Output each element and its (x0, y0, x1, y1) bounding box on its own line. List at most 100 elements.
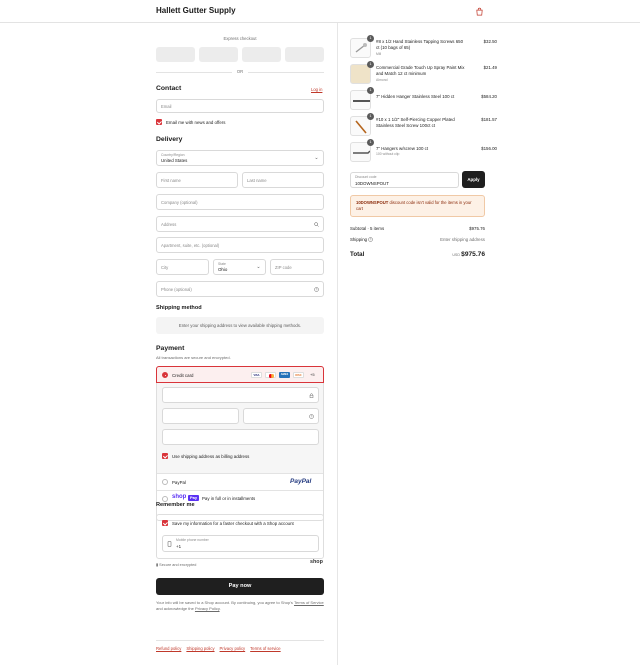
express-pay-button-1[interactable] (156, 47, 195, 62)
cart-item: 1 7" Hidden Hanger Stainless Steel 100 c… (350, 87, 497, 110)
phone-field[interactable]: Phone (optional) ? (156, 281, 324, 297)
city-placeholder: City (161, 265, 169, 270)
apply-button[interactable]: Apply (462, 171, 485, 188)
fine-print-line1: Your info will be saved to a Shop accoun… (156, 600, 293, 605)
state-select[interactable]: State Ohio ⌄ (213, 259, 266, 275)
alert-code: 10DOWNSPOUT (356, 200, 389, 205)
mobile-phone-field[interactable]: Mobile phone number +1 (162, 535, 319, 552)
shipping-method-title: Shipping method (156, 305, 202, 311)
or-label: OR (236, 69, 244, 74)
item-price: $156.00 (481, 146, 497, 151)
terms-of-service-link[interactable]: Terms of Service (294, 600, 324, 605)
refund-policy-link[interactable]: Refund policy (156, 646, 181, 651)
mobile-phone-label: Mobile phone number (176, 538, 209, 542)
discount-code-value: 10DOWNSPOUT (355, 181, 389, 186)
quantity-badge: 1 (367, 61, 374, 68)
help-circle-icon[interactable]: ? (314, 287, 319, 292)
email-field[interactable]: Email (156, 99, 324, 113)
paypal-option[interactable]: PayPal PayPal (157, 474, 323, 490)
shipping-label: Shipping (350, 237, 368, 242)
mobile-phone-icon (167, 541, 172, 547)
item-variant: Mill (376, 52, 382, 56)
country-label: Country/Region (161, 153, 185, 157)
first-name-field[interactable]: First name (156, 172, 238, 188)
billing-same-label: Use shipping address as billing address (172, 454, 250, 459)
credit-card-radio[interactable] (162, 372, 168, 378)
shop-pay-logo: shop (172, 494, 187, 500)
help-circle-icon[interactable]: ? (368, 237, 374, 242)
zip-placeholder: ZIP code (275, 265, 292, 270)
name-on-card-field[interactable] (162, 429, 319, 445)
save-info-label: Save my information for a faster checkou… (172, 521, 294, 526)
discount-error-alert: 10DOWNSPOUT discount code isn't valid fo… (350, 195, 485, 217)
state-value: Ohio (218, 267, 228, 272)
save-info-checkbox[interactable] (162, 520, 168, 526)
shop-pay-label: Pay in full or in installments (202, 496, 256, 501)
terms-of-service-footer-link[interactable]: Terms of service (250, 646, 280, 651)
credit-card-label: Credit card (172, 373, 194, 378)
company-field[interactable]: Company (optional) (156, 194, 324, 210)
chevron-down-icon: ⌄ (314, 155, 319, 161)
state-label: State (218, 262, 226, 266)
cart-item: 1 #10 x 1 1/2" Self-Piercing Copper Plat… (350, 113, 497, 136)
discount-code-label: Discount code (355, 175, 377, 179)
credit-card-option[interactable]: Credit card VISA AMEX DISC +5 (156, 366, 324, 383)
item-variant: Almond (376, 78, 388, 82)
expiration-date-field[interactable] (162, 408, 239, 424)
item-price: $32.50 (483, 39, 497, 44)
item-price: $21.49 (483, 65, 497, 70)
pay-now-button[interactable]: Pay now (156, 578, 324, 595)
log-in-link[interactable]: Log in (311, 87, 322, 92)
search-icon (314, 222, 319, 227)
mobile-phone-prefix: +1 (176, 544, 182, 549)
remember-me-box: Save my information for a faster checkou… (156, 514, 324, 559)
svg-text:?: ? (311, 415, 313, 419)
shipping-policy-link[interactable]: Shipping policy (186, 646, 214, 651)
item-name: 7" Hidden Hanger Stainless Steel 100 ct (376, 94, 455, 99)
shop-fine-print: Your info will be saved to a Shop accoun… (156, 600, 324, 611)
subtotal-row: Subtotal · 5 items $975.76 (350, 226, 485, 231)
quantity-badge: 1 (367, 139, 374, 146)
shopping-bag-icon[interactable] (475, 7, 484, 16)
paypal-radio[interactable] (162, 479, 168, 485)
more-cards-count: +5 (310, 372, 315, 377)
subtotal-value: $975.76 (469, 226, 485, 231)
lock-icon (309, 393, 314, 398)
help-circle-icon[interactable]: ? (309, 414, 314, 419)
news-checkbox[interactable] (156, 119, 162, 125)
svg-text:?: ? (370, 238, 372, 242)
address-field[interactable]: Address (156, 216, 324, 232)
store-name[interactable]: Hallett Gutter Supply (156, 6, 236, 15)
phone-placeholder: Phone (optional) (161, 287, 192, 292)
express-pay-button-2[interactable] (199, 47, 238, 62)
zip-field[interactable]: ZIP code (270, 259, 324, 275)
visa-icon: VISA (251, 372, 262, 378)
company-placeholder: Company (optional) (161, 200, 198, 205)
shop-pay-badge: Pay (188, 495, 200, 501)
lock-icon: ▮ (156, 563, 159, 567)
item-name: Commercial Grade Touch Up Spray Paint Mi… (376, 65, 465, 76)
last-name-field[interactable]: Last name (242, 172, 324, 188)
email-placeholder: Email (161, 104, 172, 109)
country-select[interactable]: Country/Region United States ⌄ (156, 150, 324, 166)
fine-print-and: and acknowledge the (156, 606, 194, 611)
express-pay-button-4[interactable] (285, 47, 324, 62)
shipping-row: Shipping ? Enter shipping address (350, 237, 485, 242)
footer-links: Refund policy Shipping policy Privacy poli… (156, 646, 324, 651)
amex-icon: AMEX (279, 372, 290, 378)
city-field[interactable]: City (156, 259, 209, 275)
discount-code-field[interactable]: Discount code 10DOWNSPOUT (350, 172, 459, 188)
paypal-label: PayPal (172, 480, 186, 485)
card-number-field[interactable] (162, 387, 319, 403)
billing-same-checkbox[interactable] (162, 453, 168, 459)
footer-divider (156, 640, 324, 641)
privacy-policy-link[interactable]: Privacy Policy (195, 606, 220, 611)
quantity-badge: 1 (367, 87, 374, 94)
security-code-field[interactable]: ? (243, 408, 319, 424)
secure-encrypted-label: Secure and encrypted (159, 563, 197, 567)
total-label: Total (350, 251, 365, 258)
item-name: #8 x 1/2 Hand Stainless Tapping Screws 6… (376, 39, 464, 50)
apartment-field[interactable]: Apartment, suite, etc. (optional) (156, 237, 324, 253)
express-pay-button-3[interactable] (242, 47, 281, 62)
privacy-policy-footer-link[interactable]: Privacy policy (220, 646, 246, 651)
